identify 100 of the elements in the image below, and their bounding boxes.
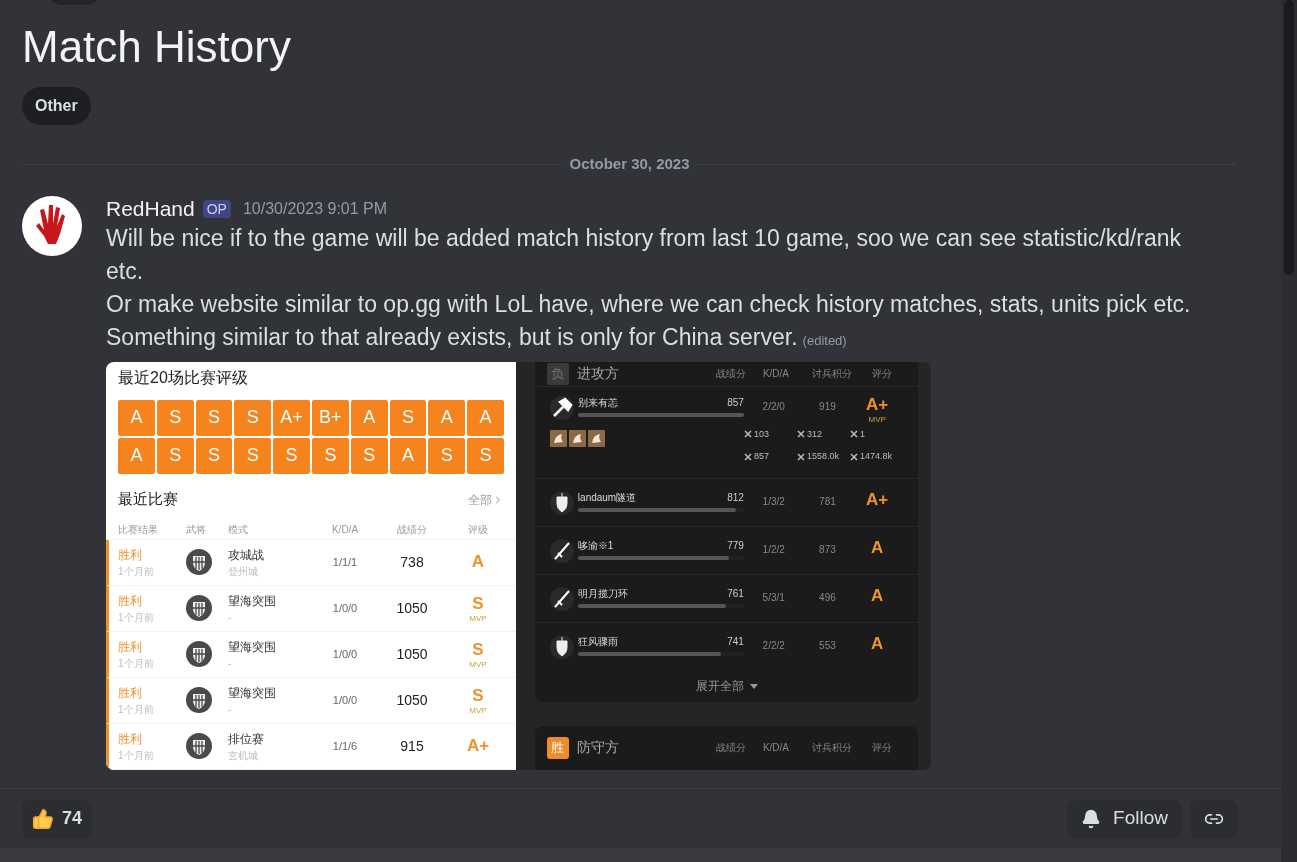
column-header: K/D/A [761,741,791,755]
player-score: 857 [727,395,744,410]
player-name: 狂风骤雨 [577,635,618,649]
mode-text: 望海突围 [228,592,277,610]
mode-text: 望海突围 [228,638,277,656]
result-text: 胜利 [118,684,143,702]
grade-text: S [472,685,484,706]
kda-text: 1/1/1 [331,554,359,570]
message-text: Will be nice if to the game will be added match history from last 10 game, soo we can see statistic/kd/rank etc. [106,223,1183,286]
caret-icon [749,683,758,689]
blade-icon [550,586,574,611]
reaction-button[interactable]: 74 [22,799,93,838]
column-header: 比赛结果 [118,522,159,537]
player-score: 779 [727,538,744,553]
stat-value: 103 [753,427,769,441]
shield-icon [186,641,212,667]
shield-icon [186,687,212,713]
ratings-title: 最近20场比赛评级 [118,367,248,388]
grade-tile: S [234,437,272,474]
hammer-icon [550,395,574,420]
outcome-badge: 负 [547,362,569,385]
section-title: 最近比赛 [118,489,178,510]
column-header: 战绩分 [714,367,746,381]
copy-link-button[interactable] [1190,799,1238,838]
stat-icon [743,430,752,439]
column-header: 战绩分 [396,522,428,537]
grade-tile: A [467,399,504,436]
player-name: landaum隧道 [577,490,637,505]
points-text: 781 [818,494,837,509]
grade-tile: A [118,399,155,436]
mvp-label: MVP [469,659,487,669]
shield-icon [186,549,212,575]
op-badge: OP [202,199,231,218]
mode-text: 望海突围 [228,684,277,702]
grade-tile: S [156,437,194,474]
grade-text: A+ [866,489,889,510]
stat-value: 312 [806,427,822,441]
column-header: K/D/A [330,522,360,537]
grade-tile: S [428,437,466,474]
grade-tile: A [118,437,155,474]
column-header: 讨兵积分 [810,367,853,381]
stat-icon [796,452,805,461]
score-text: 1050 [395,690,429,710]
shield-icon [550,635,574,659]
grade-tile: S [312,437,349,474]
player-score: 812 [727,490,744,505]
points-text: 919 [818,399,837,414]
grade-tile: S [234,399,272,436]
message-timestamp: 10/30/2023 9:01 PM [242,198,388,219]
grade-tile: B+ [312,399,349,436]
grade-text: S [472,593,484,614]
kda-text: 1/0/0 [331,600,359,616]
follow-button[interactable]: Follow [1067,799,1182,838]
player-name: 别来有恙 [577,395,618,410]
stat-value: 1558.0k [806,450,839,463]
expand-all-button[interactable]: 展开全部 [535,670,918,702]
column-header: K/D/A [761,367,791,381]
player-score: 741 [727,635,744,649]
grade-text: A [871,634,884,654]
scrollbar[interactable] [1281,0,1297,862]
map-text: - [228,656,233,671]
result-text: 胜利 [118,546,143,564]
stat-icon [743,452,752,461]
result-text: 胜利 [118,592,143,610]
grade-text: A+ [866,394,889,415]
kda-text: 2/2/2 [761,639,786,653]
tag-chip[interactable]: Other [22,87,91,125]
score-text: 915 [399,736,425,756]
stat-value: 1 [859,427,865,441]
result-text: 胜利 [118,638,143,656]
edited-label: (edited) [802,332,847,348]
date-divider: October 30, 2023 [568,154,691,174]
column-header: 评分 [870,741,893,755]
grade-tile: S [195,437,233,474]
column-header: 模式 [228,522,249,537]
grade-tile: A [350,399,388,436]
grade-text: S [472,639,484,660]
item-icon [569,429,586,447]
kda-text: 2/2/0 [761,399,786,414]
message-text: Something similar to that already exists, but is only for China server. (edited) [106,322,848,352]
shield-icon [186,733,212,759]
author-name[interactable]: RedHand [106,192,195,225]
grade-tile: A [428,399,466,436]
map-text: - [228,610,233,625]
bell-icon [1081,808,1102,829]
score-text: 1050 [395,598,429,618]
item-icon [588,429,605,447]
kda-text: 1/0/0 [331,692,359,708]
grade-tile: S [195,399,233,436]
grade-tile: S [467,437,504,474]
column-header: 评级 [467,522,489,537]
player-name: 明月揽刀环 [577,586,628,601]
grade-text: A [871,537,884,558]
result-text: 胜利 [118,730,143,748]
grade-tile: S [350,437,388,474]
post-title: Match History [22,21,292,73]
column-header: 战绩分 [714,741,746,755]
team-side: 防守方 [576,738,620,757]
mvp-label: MVP [868,414,886,424]
stat-icon [849,452,858,461]
